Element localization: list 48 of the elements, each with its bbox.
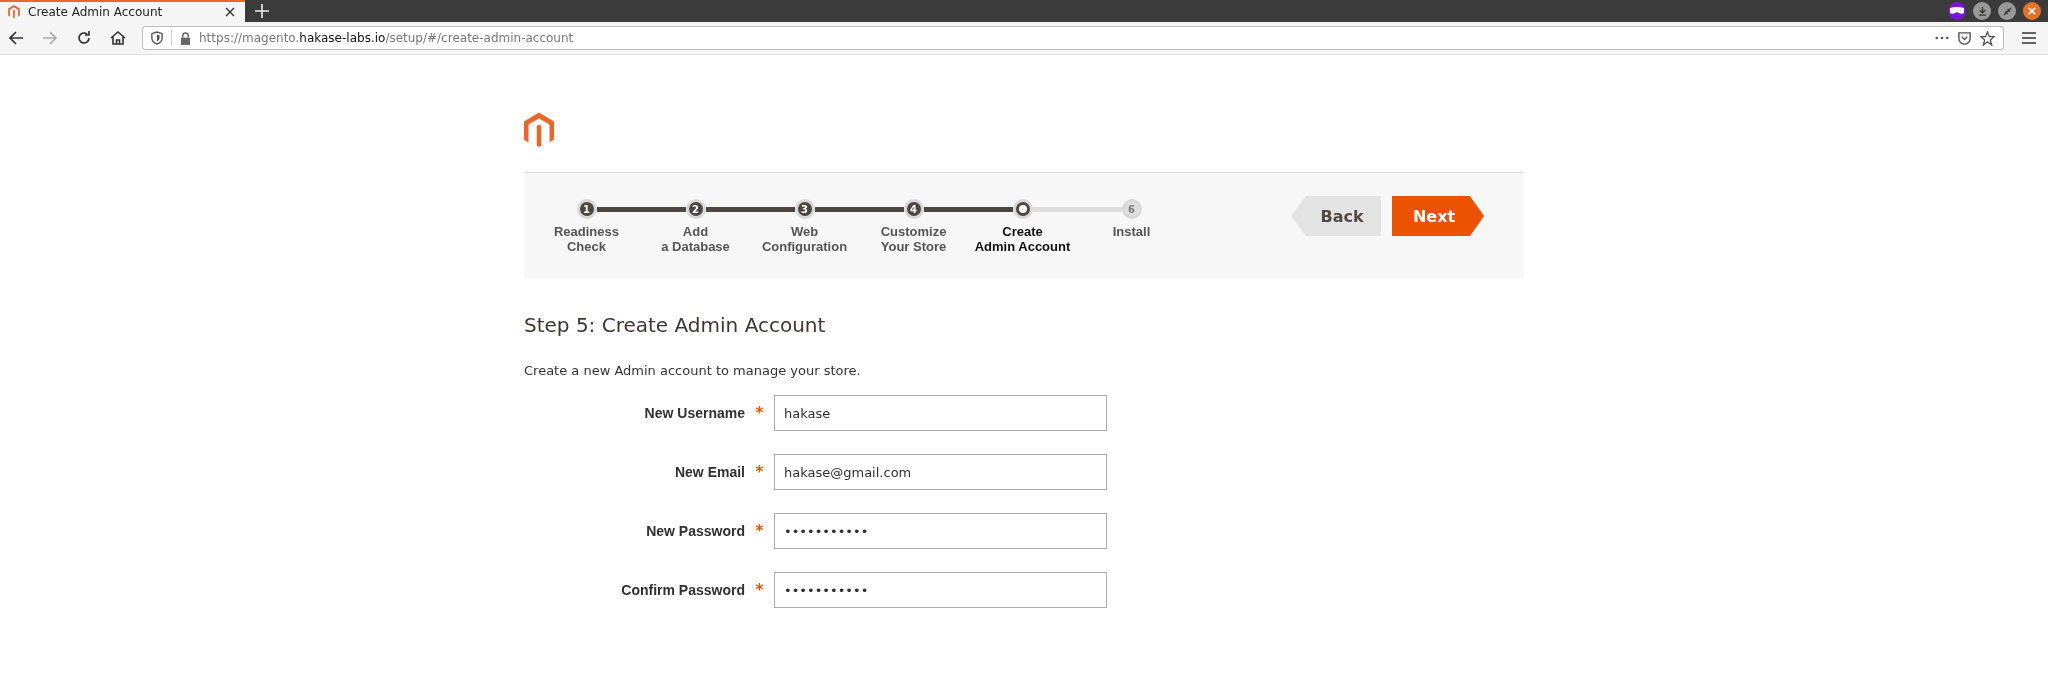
step-number: 6 — [1124, 202, 1139, 216]
download-icon[interactable] — [1973, 2, 1991, 20]
address-bar[interactable]: https://magento.hakase-labs.io/setup/#/create-admin-account — [142, 26, 2004, 50]
lock-icon — [180, 31, 191, 45]
shield-icon — [151, 31, 163, 45]
step-label: Web Configuration — [761, 224, 848, 254]
input-field[interactable]: ••••••••••• — [774, 513, 1107, 549]
field-label: Confirm Password — [620, 582, 745, 598]
required-mark: * — [754, 404, 765, 422]
step-label: Add a Database — [661, 224, 730, 254]
page-heading: Step 5: Create Admin Account — [524, 313, 827, 337]
back-button[interactable]: Back — [1291, 196, 1381, 236]
input-field[interactable]: hakase — [774, 395, 1107, 431]
tab-title: Create Admin Account — [28, 5, 164, 19]
step-number: 3 — [797, 202, 812, 216]
star-icon[interactable] — [1980, 30, 1995, 46]
home-icon[interactable] — [110, 30, 126, 46]
description-text: Create a new Admin account to manage your store. — [524, 363, 862, 378]
required-mark: * — [754, 463, 765, 481]
required-mark: * — [754, 581, 765, 599]
restore-icon[interactable] — [1998, 2, 2016, 20]
step-number: 4 — [906, 202, 921, 216]
step-label: Create Admin Account — [974, 224, 1071, 254]
step-label: Customize Your Store — [880, 224, 947, 254]
step-label: Install — [1112, 224, 1151, 239]
step-number: 2 — [688, 202, 703, 216]
field-label: New Username — [643, 405, 745, 421]
new-tab-icon[interactable] — [255, 4, 269, 18]
reload-icon[interactable] — [76, 30, 92, 46]
input-field[interactable]: hakase@gmail.com — [774, 454, 1107, 490]
more-icon[interactable] — [1935, 36, 1949, 40]
magento-logo-icon — [8, 5, 20, 19]
step-number: 1 — [579, 202, 594, 216]
close-icon[interactable] — [2023, 2, 2041, 20]
input-field[interactable]: ••••••••••• — [774, 572, 1107, 608]
back-arrow-icon[interactable] — [8, 30, 24, 46]
menu-icon[interactable] — [2022, 32, 2036, 44]
next-button[interactable]: Next — [1392, 196, 1484, 236]
required-mark: * — [754, 522, 765, 540]
field-label: New Password — [645, 523, 745, 539]
magento-logo-icon — [524, 112, 554, 149]
browser-tab[interactable]: Create Admin Account — [0, 0, 245, 22]
close-icon[interactable] — [225, 7, 235, 17]
pocket-icon[interactable] — [1957, 30, 1972, 46]
url-text: https://magento.hakase-labs.io/setup/#/create-admin-account — [199, 31, 574, 45]
field-label: New Email — [673, 464, 745, 480]
step-label: Readiness Check — [553, 224, 619, 254]
private-mask-icon[interactable] — [1948, 2, 1966, 20]
